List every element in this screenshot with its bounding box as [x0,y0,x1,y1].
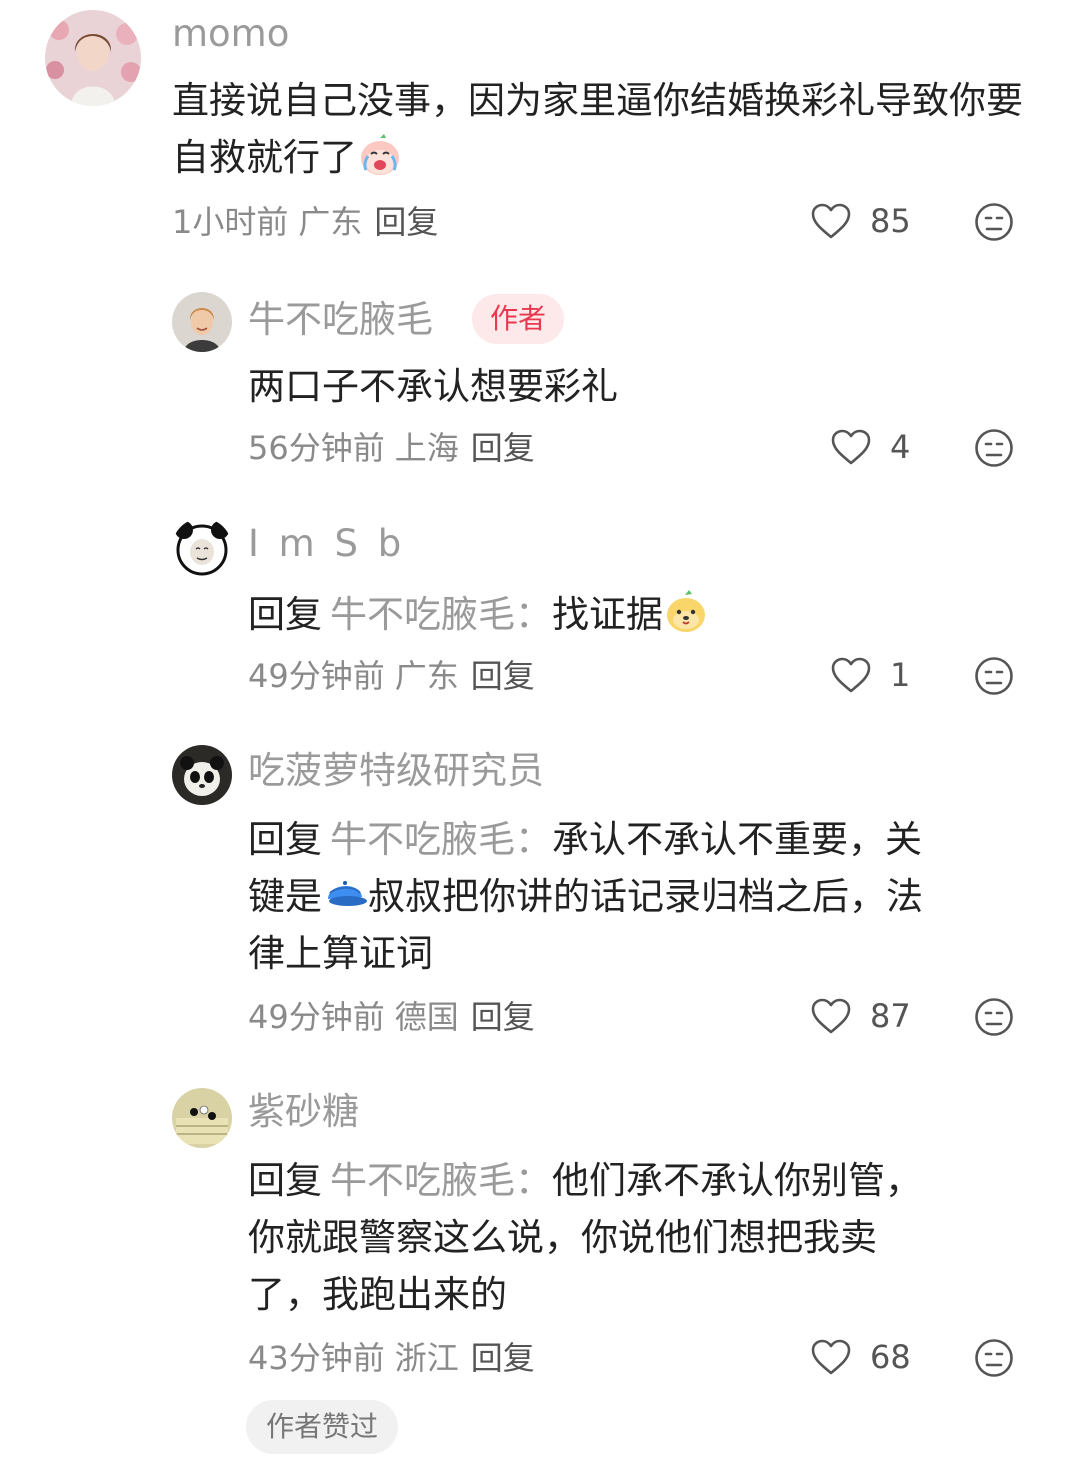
avatar-panda-icon [172,745,232,805]
reply-prefix: 回复 [248,593,322,636]
avatar[interactable] [172,292,232,352]
comment-author-reply: 牛不吃腋毛 作者 两口子不承认想要彩礼 56分钟前 上海 回复 4 [0,280,1080,480]
avatar-girl-flowers-icon [45,10,141,106]
dislike-face-icon[interactable] [974,997,1014,1037]
comment-text: 直接说自己没事，因为家里逼你结婚换彩礼导致你要自救就行了 [172,79,1023,179]
comment-text: 两口子不承认想要彩礼 [248,365,618,408]
like-count: 4 [890,428,911,466]
location: 广东 [298,203,363,241]
avatar[interactable] [45,10,141,106]
reply-target-username[interactable]: 牛不吃腋毛 [330,1159,515,1202]
username[interactable]: I m S b [248,522,405,566]
timestamp: 49分钟前 [248,657,385,695]
like-count: 87 [870,997,911,1035]
reply-button[interactable]: 回复 [471,429,535,467]
like-button[interactable]: 1 [830,656,930,694]
avatar[interactable] [172,518,232,578]
dislike-face-icon[interactable] [974,428,1014,468]
avatar-girl-smile-icon [172,292,232,352]
crying-peach-emoji-icon [357,132,403,178]
dislike-face-icon[interactable] [974,656,1014,696]
comment-momo: momo 直接说自己没事，因为家里逼你结婚换彩礼导致你要自救就行了 1小时前 广东… [0,0,1080,260]
comment-meta: 43分钟前 浙江 回复 [248,1338,535,1378]
comment-pineapple-researcher: 吃菠萝特级研究员 回复 牛不吃腋毛：承认不承认不重要，关 键是 叔叔把你讲的话记录… [0,735,1080,1055]
like-button[interactable]: 68 [810,1338,911,1376]
username[interactable]: 牛不吃腋毛 [248,298,433,342]
heart-icon [831,657,871,693]
like-button[interactable]: 85 [810,202,911,240]
username[interactable]: momo [172,12,289,56]
timestamp: 43分钟前 [248,1339,385,1377]
reply-button[interactable]: 回复 [471,657,535,695]
location: 上海 [394,429,459,467]
timestamp: 56分钟前 [248,429,385,467]
like-button[interactable]: 4 [830,428,930,466]
reply-prefix: 回复 [248,1159,322,1202]
timestamp: 1小时前 [172,203,289,241]
heart-icon [811,203,851,239]
avatar-panda-meme-icon [172,518,232,578]
avatar[interactable] [172,1088,232,1148]
heart-icon [811,998,851,1034]
like-count: 68 [870,1338,911,1376]
dislike-face-icon[interactable] [974,202,1014,242]
location: 浙江 [394,1339,459,1377]
like-button[interactable]: 87 [810,997,911,1035]
timestamp: 49分钟前 [248,998,385,1036]
author-badge: 作者 [472,294,565,344]
comment-text: 回复 牛不吃腋毛：承认不承认不重要，关 键是 叔叔把你讲的话记录归档之后，法 律上… [248,818,923,975]
reply-target-username[interactable]: 牛不吃腋毛 [330,593,515,636]
reply-prefix: 回复 [248,818,322,861]
comment-text: 回复 牛不吃腋毛：他们承不承认你别管， 你就跟警察这么说，你说他们想把我卖 了，我… [248,1159,922,1316]
comment-text: 回复 牛不吃腋毛：找证据 [248,586,1028,643]
location: 广东 [394,657,459,695]
reply-target-username[interactable]: 牛不吃腋毛 [330,818,515,861]
comment-imsb: I m S b 回复 牛不吃腋毛：找证据 49分钟前 广东 回复 1 [0,508,1080,708]
reply-button[interactable]: 回复 [471,998,535,1036]
heart-icon [811,1339,851,1375]
comment-zishatang: 紫砂糖 回复 牛不吃腋毛：他们承不承认你别管， 你就跟警察这么说，你说他们想把我卖… [0,1078,1080,1463]
like-count: 85 [870,202,911,240]
avatar[interactable] [172,745,232,805]
username[interactable]: 吃菠萝特级研究员 [248,749,544,793]
yellow-peach-emoji-icon [663,589,709,635]
comment-meta: 56分钟前 上海 回复 [248,428,535,468]
heart-icon [831,429,871,465]
police-cap-emoji-icon [322,871,368,917]
comment-meta: 49分钟前 广东 回复 [248,656,535,696]
like-count: 1 [890,656,911,694]
avatar-go-board-icon [172,1088,232,1148]
username[interactable]: 紫砂糖 [248,1090,359,1134]
comment-meta: 49分钟前 德国 回复 [248,997,535,1037]
reply-button[interactable]: 回复 [374,203,438,241]
dislike-face-icon[interactable] [974,1338,1014,1378]
reply-button[interactable]: 回复 [471,1339,535,1377]
comment-meta: 1小时前 广东 回复 [172,202,438,242]
location: 德国 [394,998,459,1036]
author-liked-tag: 作者赞过 [246,1400,399,1454]
